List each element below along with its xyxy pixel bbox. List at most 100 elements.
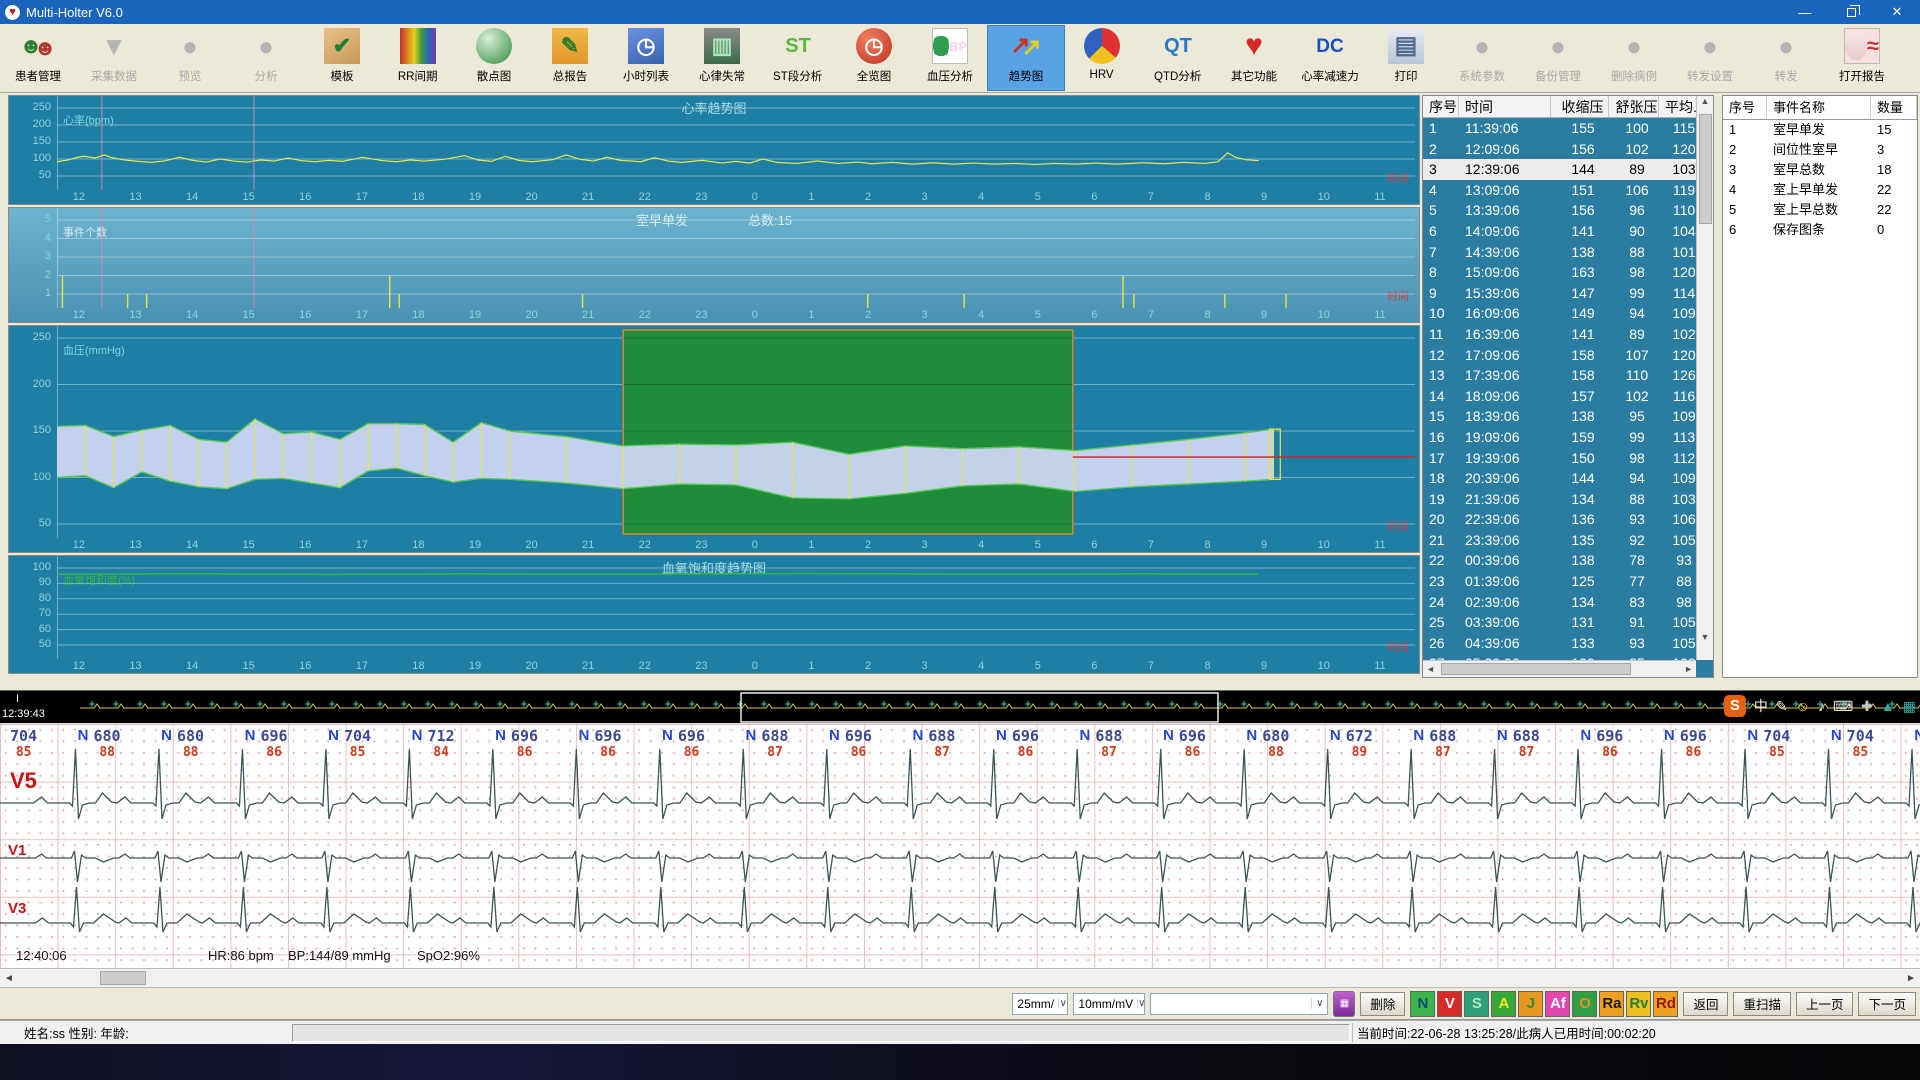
bp-table-row[interactable]: 714:39:0613888101	[1423, 242, 1713, 263]
bp-table-row[interactable]: 513:39:0615696110	[1423, 200, 1713, 221]
beat-annotation[interactable]: 696N86	[1586, 724, 1669, 764]
ime-emoji-icon[interactable]: ☺	[1796, 695, 1810, 717]
bp-table-row[interactable]: 614:09:0614190104	[1423, 221, 1713, 242]
event-table-row[interactable]: 5室上早总数22	[1723, 200, 1917, 220]
restore-button[interactable]	[1828, 0, 1874, 24]
beat-annotation[interactable]: 696N86	[1002, 724, 1085, 764]
toolbar-item-dc-capacity[interactable]: DC心率减速力	[1292, 26, 1368, 90]
ecg-detail-view[interactable]: 704N85680N88680N88696N86704N85712N84696N…	[0, 724, 1920, 968]
bp-table-row[interactable]: 1619:09:0615999113	[1423, 427, 1713, 448]
ime-voice-icon[interactable]: ♪	[1818, 695, 1825, 717]
bp-table-row[interactable]: 2123:39:0613592105	[1423, 530, 1713, 551]
bp-table-row[interactable]: 1317:39:06158110126	[1423, 365, 1713, 386]
beat-annotation[interactable]: 696N86	[668, 724, 751, 764]
blood-pressure-trend-chart[interactable]: 血压趋势图 血压(mmHg) 时间 2502001501005012131415…	[8, 325, 1420, 553]
beat-annotation[interactable]: 680N88	[83, 724, 166, 764]
beat-class-button-j[interactable]: J	[1518, 991, 1543, 1017]
bp-table-row[interactable]: 815:09:0616398120	[1423, 262, 1713, 283]
bp-table-row[interactable]: 1116:39:0614189102	[1423, 324, 1713, 345]
bp-table-row[interactable]: 212:09:06156102120	[1423, 139, 1713, 160]
delete-button[interactable]: 删除	[1360, 992, 1405, 1016]
toolbar-item-other-functions[interactable]: ♥其它功能	[1216, 26, 1292, 90]
beat-annotation[interactable]: 696N86	[1169, 724, 1252, 764]
beat-class-button-o[interactable]: O	[1572, 991, 1597, 1017]
spo2-trend-chart[interactable]: 血氧饱和度趋势图 血氧饱和度(%) 时间 1009080706050121314…	[8, 555, 1420, 674]
toolbar-item-scatter-plot[interactable]: 散点图	[456, 26, 532, 90]
event-table-row[interactable]: 4室上早单发22	[1723, 180, 1917, 200]
bp-col-header[interactable]: 收缩压	[1551, 96, 1609, 117]
template-select[interactable]: ∨	[1150, 993, 1328, 1015]
rescan-button[interactable]: 重扫描	[1733, 992, 1791, 1016]
toolbar-item-st-analysis[interactable]: STST段分析	[760, 26, 836, 90]
overview-trace[interactable]	[0, 691, 1920, 725]
bp-table-row[interactable]: 2301:39:061257788	[1423, 571, 1713, 592]
bp-col-header[interactable]: 舒张压	[1609, 96, 1659, 117]
beat-class-button-rd[interactable]: Rd	[1653, 991, 1678, 1017]
close-button[interactable]: ✕	[1874, 0, 1920, 24]
beat-class-button-s[interactable]: S	[1464, 991, 1489, 1017]
bp-col-header[interactable]: 序号	[1423, 96, 1459, 117]
beat-annotation[interactable]: 696N86	[501, 724, 584, 764]
beat-annotation[interactable]: 688N87	[1419, 724, 1502, 764]
toolbar-item-template[interactable]: ✔模板	[304, 26, 380, 90]
ime-more-icon[interactable]: ✚	[1861, 695, 1873, 717]
next-page-button[interactable]: 下一页	[1858, 992, 1916, 1016]
bp-table-row[interactable]: 915:39:0614799114	[1423, 283, 1713, 304]
toolbar-item-trend-chart[interactable]: ↗↗趋势图	[988, 26, 1064, 90]
toolbar-item-print[interactable]: ▤打印	[1368, 26, 1444, 90]
toolbar-item-summary-report[interactable]: ✎总报告	[532, 26, 608, 90]
event-table-row[interactable]: 3室早总数18	[1723, 160, 1917, 180]
bp-table-row[interactable]: 1820:39:0614494109	[1423, 468, 1713, 489]
ecg-scroll-thumb[interactable]	[100, 971, 146, 985]
beat-annotation[interactable]: 704N85	[1753, 724, 1836, 764]
bp-table-row[interactable]: 1016:09:0614994109	[1423, 303, 1713, 324]
vscroll-thumb[interactable]	[1699, 114, 1712, 224]
toolbar-item-patient-mgmt[interactable]: ☻☻患者管理	[0, 26, 76, 90]
bp-table-vertical-scrollbar[interactable]: ▲▼	[1696, 96, 1713, 660]
beat-annotation[interactable]: 680N88	[167, 724, 250, 764]
beat-class-button-ra[interactable]: Ra	[1599, 991, 1624, 1017]
event-table-row[interactable]: 1室早单发15	[1723, 120, 1917, 140]
beat-annotation[interactable]: 696N86	[584, 724, 667, 764]
beat-annotation[interactable]: 704N85	[1837, 724, 1920, 764]
bp-table-row[interactable]: 1719:39:0615098112	[1423, 448, 1713, 469]
beat-class-button-rv[interactable]: Rv	[1626, 991, 1651, 1017]
event-table-row[interactable]: 6保存图条0	[1723, 220, 1917, 240]
back-button[interactable]: 返回	[1683, 992, 1728, 1016]
beat-annotation[interactable]: 704N85	[334, 724, 417, 764]
toolbar-item-rr-interval[interactable]: RR间期	[380, 26, 456, 90]
snapshot-button[interactable]: ▦	[1333, 991, 1355, 1017]
bp-table-row[interactable]: 2604:39:0613393105	[1423, 633, 1713, 654]
beat-class-button-a[interactable]: A	[1491, 991, 1516, 1017]
bp-table-row[interactable]: 2402:39:061348398	[1423, 592, 1713, 613]
scroll-left-arrow[interactable]: ◄	[0, 969, 18, 987]
ime-pen-icon[interactable]: ✎	[1776, 695, 1788, 717]
bp-table-row[interactable]: 2200:39:061387893	[1423, 550, 1713, 571]
beat-annotation[interactable]: 688N87	[1503, 724, 1586, 764]
beat-annotation[interactable]: 688N87	[751, 724, 834, 764]
ecg-horizontal-scrollbar[interactable]: ◄ ►	[0, 968, 1920, 988]
beat-annotation[interactable]: 680N88	[1252, 724, 1335, 764]
toolbar-item-hrv[interactable]: HRV	[1064, 26, 1140, 90]
paper-speed-select[interactable]: 25mm/∨	[1012, 993, 1068, 1015]
beat-class-button-v[interactable]: V	[1437, 991, 1462, 1017]
beat-annotation[interactable]: 688N87	[918, 724, 1001, 764]
toolbar-item-overview-map[interactable]: ◷全览图	[836, 26, 912, 90]
toolbar-item-open-report[interactable]: ≈打开报告	[1824, 26, 1900, 90]
bp-table-row[interactable]: 1518:39:0613895109	[1423, 406, 1713, 427]
bp-table-row[interactable]: 2503:39:0613191105	[1423, 612, 1713, 633]
beat-annotation[interactable]: 688N87	[1085, 724, 1168, 764]
bp-table-row[interactable]: 1217:09:06158107120	[1423, 345, 1713, 366]
toolbar-item-qtd-analysis[interactable]: QTQTD分析	[1140, 26, 1216, 90]
ime-up-icon[interactable]: ▲	[1881, 695, 1895, 717]
bp-table-row[interactable]: 413:09:06151106119	[1423, 180, 1713, 201]
bp-table-row[interactable]: 1418:09:06157102116	[1423, 386, 1713, 407]
pvc-single-trend-chart[interactable]: 室早单发 总数:15 事件个数 时间 543211213141516171819…	[8, 207, 1420, 323]
ime-toolbox-icon[interactable]: ▦	[1903, 695, 1916, 717]
heart-rate-trend-chart[interactable]: 心率趋势图 心率(bpm) 时间 25020015010050121314151…	[8, 95, 1420, 205]
beat-annotation[interactable]: 696N86	[835, 724, 918, 764]
toolbar-item-arrhythmia[interactable]: ▥心律失常	[684, 26, 760, 90]
toolbar-item-hour-list[interactable]: ◷小时列表	[608, 26, 684, 90]
ime-keyboard-icon[interactable]: ⌨	[1833, 695, 1853, 717]
toolbar-item-bp-analysis[interactable]: BP血压分析	[912, 26, 988, 90]
